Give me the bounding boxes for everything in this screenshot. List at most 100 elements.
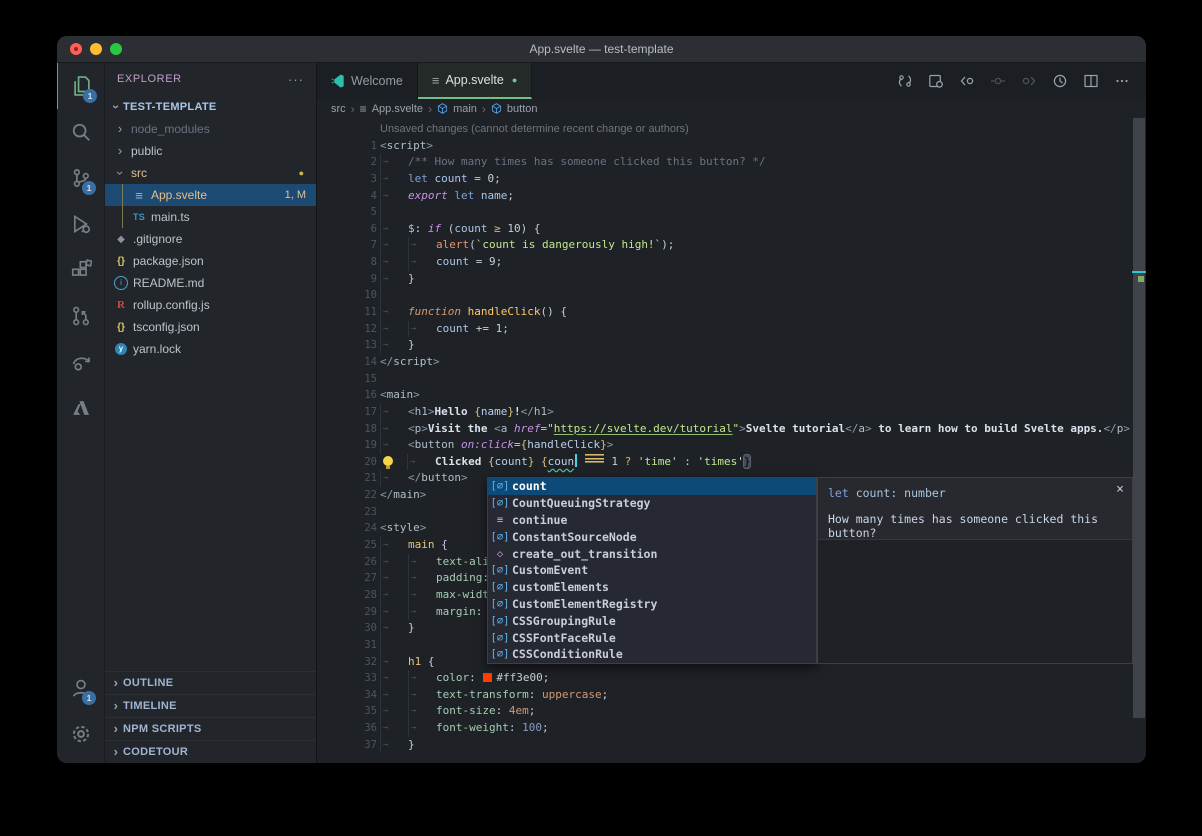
file-item-app-svelte[interactable]: ≡App.svelte1, M bbox=[105, 184, 316, 206]
code-line-12[interactable]: 12count += 1; bbox=[317, 321, 1146, 338]
line-number: 37 bbox=[317, 737, 377, 754]
file-item-main-ts[interactable]: TSmain.ts bbox=[105, 206, 316, 228]
suggestion-item-continue[interactable]: ≡continue bbox=[488, 512, 816, 529]
code-line-11[interactable]: 11function handleClick() { bbox=[317, 304, 1146, 321]
lightbulb-icon[interactable] bbox=[380, 454, 407, 471]
activity-accounts-button[interactable]: 1 bbox=[57, 665, 104, 711]
file-item-tsconfig-json[interactable]: {}tsconfig.json bbox=[105, 316, 316, 338]
chevron-down-icon: › bbox=[115, 166, 125, 180]
file-item--gitignore[interactable]: ◆.gitignore bbox=[105, 228, 316, 250]
file-item-node-modules[interactable]: ›node_modules bbox=[105, 118, 316, 140]
code-line-4[interactable]: 4export let name; bbox=[317, 188, 1146, 205]
code-line-3[interactable]: 3let count = 0; bbox=[317, 171, 1146, 188]
section-codetour[interactable]: ›CODETOUR bbox=[105, 740, 316, 763]
split-editor-icon[interactable] bbox=[1079, 69, 1103, 93]
current-change-icon[interactable] bbox=[986, 69, 1010, 93]
activity-live-share-button[interactable] bbox=[57, 339, 104, 385]
line-content: /** How many times has someone clicked t… bbox=[377, 154, 766, 171]
code-line-34[interactable]: 34text-transform: uppercase; bbox=[317, 687, 1146, 704]
code-line-33[interactable]: 33color: #ff3e00; bbox=[317, 670, 1146, 687]
code-line-8[interactable]: 8count = 9; bbox=[317, 254, 1146, 271]
section-outline[interactable]: ›OUTLINE bbox=[105, 671, 316, 694]
breadcrumb-src[interactable]: src bbox=[331, 103, 346, 115]
file-item-src[interactable]: ›src● bbox=[105, 162, 316, 184]
code-line-37[interactable]: 37} bbox=[317, 737, 1146, 754]
sidebar-title: EXPLORER bbox=[117, 73, 182, 85]
activity-search-button[interactable] bbox=[57, 109, 104, 155]
file-history-icon[interactable] bbox=[1048, 69, 1072, 93]
code-line-10[interactable]: 10 bbox=[317, 287, 1146, 304]
vscode-logo-icon bbox=[331, 74, 345, 88]
suggestion-label: customElements bbox=[512, 580, 609, 594]
code-line-6[interactable]: 6$: if (count ≥ 10) { bbox=[317, 221, 1146, 238]
code-line-7[interactable]: 7alert(`count is dangerously high!`); bbox=[317, 237, 1146, 254]
more-actions-icon[interactable] bbox=[1110, 69, 1134, 93]
activity-github-pr-button[interactable] bbox=[57, 293, 104, 339]
next-change-icon[interactable] bbox=[1017, 69, 1041, 93]
editor-scrollbar[interactable] bbox=[1132, 118, 1146, 763]
code-line-15[interactable]: 15 bbox=[317, 371, 1146, 388]
section-npm-scripts[interactable]: ›NPM SCRIPTS bbox=[105, 717, 316, 740]
code-line-36[interactable]: 36font-weight: 100; bbox=[317, 720, 1146, 737]
line-number: 33 bbox=[317, 670, 377, 687]
suggestion-item-cssconditionrule[interactable]: [∅]CSSConditionRule bbox=[488, 646, 816, 663]
file-item-package-json[interactable]: {}package.json bbox=[105, 250, 316, 272]
suggestion-item-cssgroupingrule[interactable]: [∅]CSSGroupingRule bbox=[488, 612, 816, 629]
explorer-more-actions-button[interactable]: ··· bbox=[288, 72, 304, 87]
suggestion-item-cssfontfacerule[interactable]: [∅]CSSFontFaceRule bbox=[488, 629, 816, 646]
file-item-rollup-config-js[interactable]: Rrollup.config.js bbox=[105, 294, 316, 316]
suggestion-item-constantsourcenode[interactable]: [∅]ConstantSourceNode bbox=[488, 528, 816, 545]
close-icon[interactable]: × bbox=[1116, 482, 1124, 497]
line-number: 10 bbox=[317, 287, 377, 304]
info-file-icon: i bbox=[113, 276, 129, 290]
code-line-35[interactable]: 35font-size: 4em; bbox=[317, 703, 1146, 720]
file-item-public[interactable]: ›public bbox=[105, 140, 316, 162]
azure-icon bbox=[70, 397, 92, 419]
gitlens-annotations-icon[interactable] bbox=[893, 69, 917, 93]
suggestion-item-customelements[interactable]: [∅]customElements bbox=[488, 579, 816, 596]
file-label: public bbox=[131, 144, 162, 158]
open-changes-icon[interactable] bbox=[924, 69, 948, 93]
activity-source-control-button[interactable]: 1 bbox=[57, 155, 104, 201]
explorer-badge: 1 bbox=[83, 89, 97, 103]
project-root-row[interactable]: › TEST-TEMPLATE bbox=[105, 95, 316, 118]
scrollbar-thumb[interactable] bbox=[1133, 118, 1145, 718]
activity-extensions-button[interactable] bbox=[57, 247, 104, 293]
annotation-line[interactable]: Unsaved changes (cannot determine recent… bbox=[317, 121, 1146, 138]
file-item-yarn-lock[interactable]: yyarn.lock bbox=[105, 338, 316, 360]
suggestion-item-create_out_transition[interactable]: ◇create_out_transition bbox=[488, 545, 816, 562]
activity-run-debug-button[interactable] bbox=[57, 201, 104, 247]
tab-app-svelte[interactable]: ≡ App.svelte ● bbox=[418, 63, 532, 99]
file-item-readme-md[interactable]: iREADME.md bbox=[105, 272, 316, 294]
code-line-2[interactable]: 2/** How many times has someone clicked … bbox=[317, 154, 1146, 171]
suggestion-label: CSSFontFaceRule bbox=[512, 631, 616, 645]
suggestion-item-customelementregistry[interactable]: [∅]CustomElementRegistry bbox=[488, 596, 816, 613]
activity-azure-button[interactable] bbox=[57, 385, 104, 431]
suggestion-item-countqueuingstrategy[interactable]: [∅]CountQueuingStrategy bbox=[488, 495, 816, 512]
indent-guide bbox=[122, 184, 123, 206]
suggestion-item-customevent[interactable]: [∅]CustomEvent bbox=[488, 562, 816, 579]
code-line-19[interactable]: 19<button on:click={handleClick}> bbox=[317, 437, 1146, 454]
breadcrumb-symbol-main[interactable]: main bbox=[453, 103, 477, 115]
code-line-20[interactable]: 20Clicked {count} {coun 1 ? 'time' : 'ti… bbox=[317, 454, 1146, 471]
symbol-keyword-icon: ≡ bbox=[488, 514, 512, 526]
suggestion-item-count[interactable]: [∅]count bbox=[488, 478, 816, 495]
section-timeline[interactable]: ›TIMELINE bbox=[105, 694, 316, 717]
code-line-17[interactable]: 17<h1>Hello {name}!</h1> bbox=[317, 404, 1146, 421]
tab-welcome[interactable]: Welcome bbox=[317, 63, 418, 99]
code-line-13[interactable]: 13} bbox=[317, 337, 1146, 354]
code-line-14[interactable]: 14</script> bbox=[317, 354, 1146, 371]
breadcrumb-file[interactable]: App.svelte bbox=[372, 103, 423, 115]
activity-settings-button[interactable] bbox=[57, 711, 104, 757]
code-line-18[interactable]: 18<p>Visit the <a href="https://svelte.d… bbox=[317, 421, 1146, 438]
previous-change-icon[interactable] bbox=[955, 69, 979, 93]
code-line-5[interactable]: 5 bbox=[317, 204, 1146, 221]
code-line-16[interactable]: 16<main> bbox=[317, 387, 1146, 404]
file-label: node_modules bbox=[131, 122, 210, 136]
breadcrumb-separator: › bbox=[351, 102, 355, 116]
code-editor[interactable]: Unsaved changes (cannot determine recent… bbox=[317, 118, 1146, 763]
code-line-9[interactable]: 9} bbox=[317, 271, 1146, 288]
activity-explorer-button[interactable]: 1 bbox=[57, 63, 105, 109]
code-line-1[interactable]: 1<script> bbox=[317, 138, 1146, 155]
breadcrumb-symbol-button[interactable]: button bbox=[507, 103, 538, 115]
